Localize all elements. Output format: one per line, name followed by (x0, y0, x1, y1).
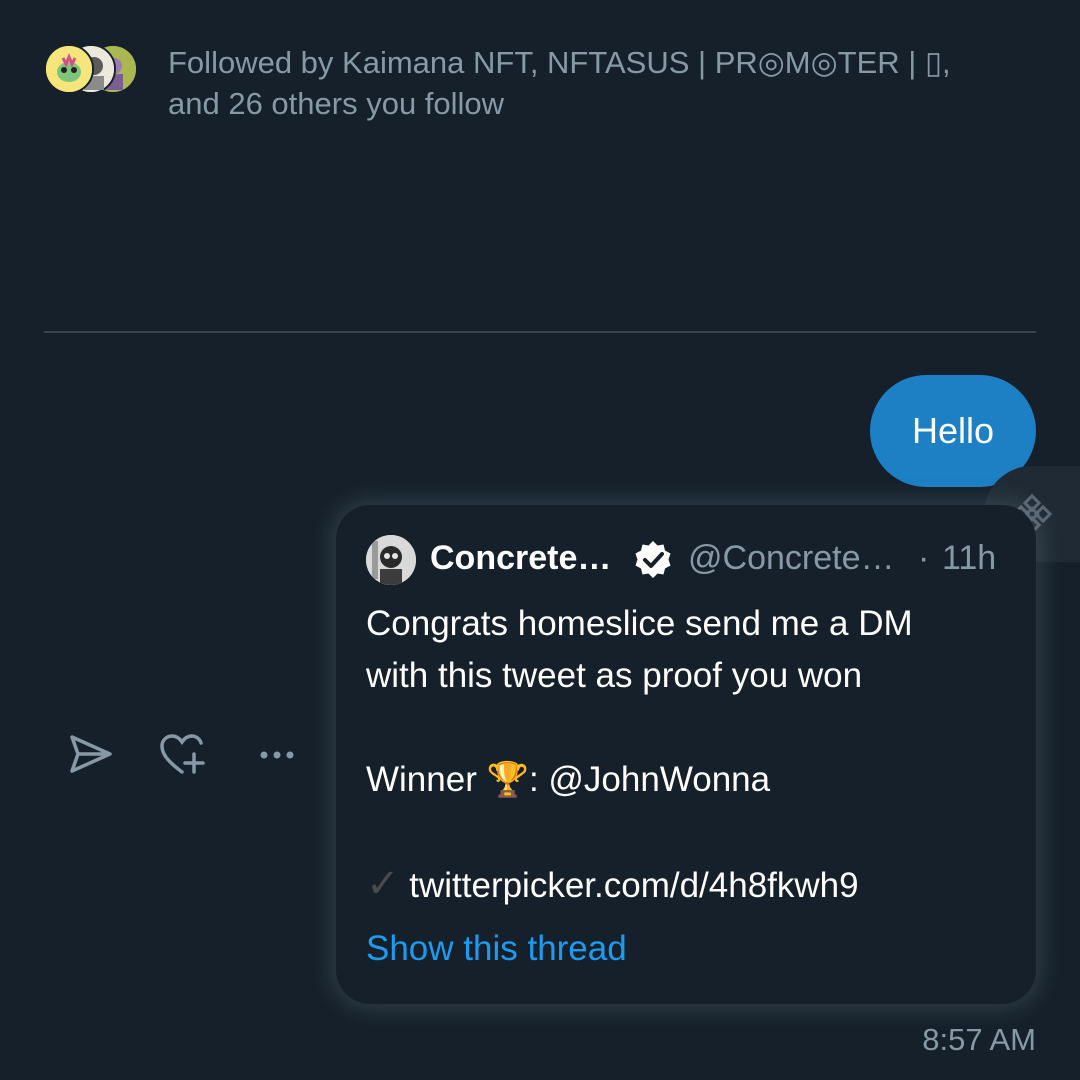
tweet-author-handle: @Concrete… (688, 539, 895, 577)
follower-avatar (44, 44, 94, 94)
message-timestamp: 8:57 AM (922, 1022, 1036, 1057)
tweet-body: Congrats homeslice send me a DM with thi… (366, 598, 1006, 910)
winner-handle: : @JohnWonna (528, 760, 771, 799)
tweet-separator: · (918, 539, 930, 577)
heart-plus-icon[interactable] (158, 730, 208, 785)
tweet-text-line: with this tweet as proof you won (366, 656, 863, 695)
tweet-text-line: Congrats homeslice send me a DM (366, 604, 913, 643)
more-icon[interactable] (252, 730, 302, 785)
followed-by-line: and 26 others you follow (168, 86, 505, 121)
followed-by-line: Followed by Kaimana NFT, NFTASUS | PR◎M◎… (168, 45, 951, 80)
show-thread-link[interactable]: Show this thread (366, 923, 627, 975)
tweet-timestamp: 11h (942, 539, 997, 577)
followers-avatars[interactable] (44, 44, 140, 94)
tweet-url[interactable]: twitterpicker.com/d/4h8fkwh9 (409, 866, 858, 905)
followed-by-text: Followed by Kaimana NFT, NFTASUS | PR◎M◎… (168, 42, 968, 124)
trophy-icon: 🏆 (486, 761, 529, 799)
tweet-url-line: ✓ twitterpicker.com/d/4h8fkwh9 (366, 858, 1006, 910)
tweet-author-name[interactable]: Concrete… (430, 539, 611, 578)
message-text: Hello (911, 410, 994, 451)
check-mark-icon: ✓ (366, 862, 400, 906)
verified-badge-icon (632, 539, 674, 586)
tweet-winner-line: Winner 🏆: @JohnWonna (366, 754, 1006, 806)
shared-tweet-card[interactable]: Concrete… @Concrete… · 11h Congrats home… (336, 505, 1036, 1004)
tweet-author-avatar[interactable] (366, 535, 416, 585)
winner-label: Winner (366, 760, 477, 799)
send-icon[interactable] (64, 730, 114, 785)
